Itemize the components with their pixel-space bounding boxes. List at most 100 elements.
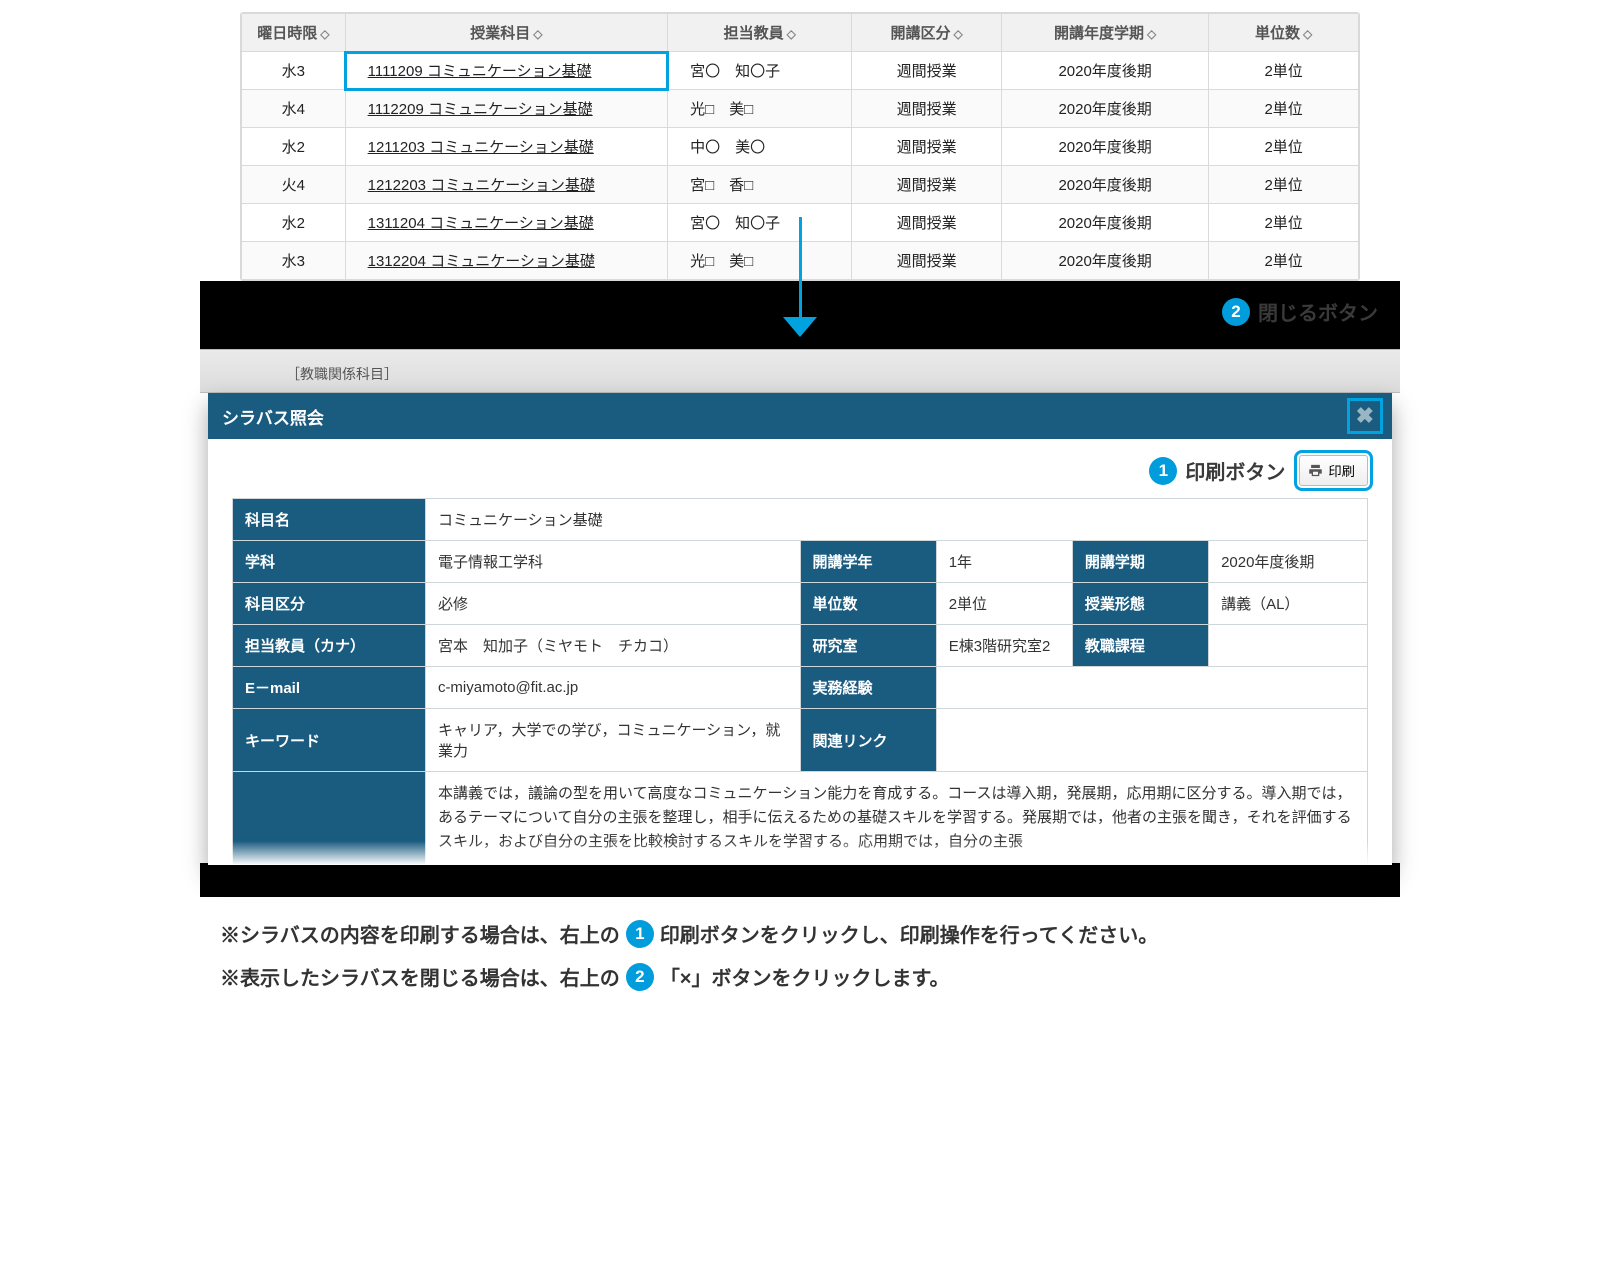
field-keyword-v: キャリア，大学での学び，コミュニケーション，就業力 bbox=[425, 709, 800, 772]
cell-day: 水2 bbox=[242, 128, 346, 166]
table-row: 火4 1212203 コミュニケーション基礎 宮□ 香□週間授業2020年度後期2単… bbox=[242, 166, 1359, 204]
cell-credits: 2単位 bbox=[1209, 128, 1359, 166]
field-link-k: 関連リンク bbox=[800, 709, 936, 772]
print-button[interactable]: 印刷 bbox=[1299, 455, 1368, 486]
field-credits-v: 2単位 bbox=[936, 583, 1072, 625]
cell-category: 週間授業 bbox=[852, 52, 1002, 90]
field-classform-k: 授業形態 bbox=[1072, 583, 1208, 625]
separator-bar-2 bbox=[200, 863, 1400, 897]
cell-instructor: 光□ 美□ bbox=[668, 242, 852, 280]
syllabus-title: シラバス照会 bbox=[222, 404, 324, 429]
field-practice-k: 実務経験 bbox=[800, 667, 936, 709]
cell-subject: 1211203 コミュニケーション基礎 bbox=[345, 128, 667, 166]
cell-term: 2020年度後期 bbox=[1002, 242, 1209, 280]
cell-term: 2020年度後期 bbox=[1002, 128, 1209, 166]
cell-category: 週間授業 bbox=[852, 90, 1002, 128]
field-subject-name-v: コミュニケーション基礎 bbox=[425, 499, 1367, 541]
cell-day: 水2 bbox=[242, 204, 346, 242]
cell-credits: 2単位 bbox=[1209, 204, 1359, 242]
annotation-print-text: 印刷ボタン bbox=[1185, 456, 1285, 485]
cell-credits: 2単位 bbox=[1209, 52, 1359, 90]
course-link[interactable]: 1112209 コミュニケーション基礎 bbox=[368, 101, 593, 118]
sort-icon: ◇ bbox=[1303, 27, 1312, 41]
sort-icon: ◇ bbox=[533, 27, 542, 41]
note2-mid: 「×」ボタンをクリックします。 bbox=[660, 962, 950, 991]
field-semester-k: 開講学期 bbox=[1072, 541, 1208, 583]
cell-subject: 1111209 コミュニケーション基礎 bbox=[345, 52, 667, 90]
print-button-label: 印刷 bbox=[1328, 461, 1355, 480]
col-term[interactable]: 開講年度学期◇ bbox=[1002, 14, 1209, 52]
cell-instructor: 宮□ 香□ bbox=[668, 166, 852, 204]
cell-subject: 1311204 コミュニケーション基礎 bbox=[345, 204, 667, 242]
field-link-v bbox=[936, 709, 1367, 772]
cell-credits: 2単位 bbox=[1209, 242, 1359, 280]
table-row: 水3 1111209 コミュニケーション基礎 宮〇 知〇子週間授業2020年度後期2… bbox=[242, 52, 1359, 90]
course-link[interactable]: 1212203 コミュニケーション基礎 bbox=[368, 177, 595, 194]
note1-pre: ※シラバスの内容を印刷する場合は、右上の bbox=[220, 919, 620, 948]
annotation-close-text: 閉じるボタン bbox=[1258, 297, 1378, 326]
field-instr-kana-k: 担当教員（カナ） bbox=[233, 625, 426, 667]
printer-icon bbox=[1308, 463, 1323, 478]
cell-credits: 2単位 bbox=[1209, 166, 1359, 204]
field-room-v: E棟3階研究室2 bbox=[936, 625, 1072, 667]
background-band: ［教職関係科目］ bbox=[200, 349, 1400, 393]
cell-term: 2020年度後期 bbox=[1002, 204, 1209, 242]
cell-category: 週間授業 bbox=[852, 204, 1002, 242]
cell-instructor: 光□ 美□ bbox=[668, 90, 852, 128]
circle-2-icon: 2 bbox=[1222, 298, 1250, 326]
syllabus-detail-table: 科目名 コミュニケーション基礎 学科 電子情報工学科 開講学年 1年 開講学期 … bbox=[232, 498, 1368, 865]
course-link[interactable]: 1311204 コミュニケーション基礎 bbox=[368, 215, 594, 232]
cell-category: 週間授業 bbox=[852, 128, 1002, 166]
cell-subject: 1112209 コミュニケーション基礎 bbox=[345, 90, 667, 128]
sort-icon: ◇ bbox=[954, 27, 963, 41]
field-grade-v: 1年 bbox=[936, 541, 1072, 583]
field-room-k: 研究室 bbox=[800, 625, 936, 667]
field-practice-v bbox=[936, 667, 1367, 709]
field-subject-name-k: 科目名 bbox=[233, 499, 426, 541]
syllabus-titlebar: シラバス照会 ✖ bbox=[208, 393, 1392, 439]
col-subject[interactable]: 授業科目◇ bbox=[345, 14, 667, 52]
col-instructor[interactable]: 担当教員◇ bbox=[668, 14, 852, 52]
course-link[interactable]: 1111209 コミュニケーション基礎 bbox=[368, 63, 592, 80]
sort-icon: ◇ bbox=[787, 27, 796, 41]
field-credits-k: 単位数 bbox=[800, 583, 936, 625]
field-department-k: 学科 bbox=[233, 541, 426, 583]
col-credits[interactable]: 単位数◇ bbox=[1209, 14, 1359, 52]
cell-day: 水3 bbox=[242, 242, 346, 280]
annotation-close: 2 閉じるボタン bbox=[1222, 297, 1378, 326]
course-link[interactable]: 1312204 コミュニケーション基礎 bbox=[368, 253, 595, 270]
field-grade-k: 開講学年 bbox=[800, 541, 936, 583]
field-teachercourse-k: 教職課程 bbox=[1072, 625, 1208, 667]
cell-term: 2020年度後期 bbox=[1002, 52, 1209, 90]
cell-category: 週間授業 bbox=[852, 242, 1002, 280]
cell-subject: 1212203 コミュニケーション基礎 bbox=[345, 166, 667, 204]
cell-instructor: 宮〇 知〇子 bbox=[668, 52, 852, 90]
field-department-v: 電子情報工学科 bbox=[425, 541, 800, 583]
circle-1-icon: 1 bbox=[1149, 457, 1177, 485]
field-keyword-k: キーワード bbox=[233, 709, 426, 772]
syllabus-window: シラバス照会 ✖ 1 印刷ボタン 印刷 bbox=[208, 393, 1392, 865]
field-semester-v: 2020年度後期 bbox=[1209, 541, 1368, 583]
sort-icon: ◇ bbox=[320, 27, 329, 41]
down-arrow bbox=[783, 217, 817, 337]
cell-day: 水4 bbox=[242, 90, 346, 128]
cell-term: 2020年度後期 bbox=[1002, 166, 1209, 204]
cell-day: 水3 bbox=[242, 52, 346, 90]
cell-credits: 2単位 bbox=[1209, 90, 1359, 128]
course-link[interactable]: 1211203 コミュニケーション基礎 bbox=[368, 139, 594, 156]
note2-pre: ※表示したシラバスを閉じる場合は、右上の bbox=[220, 962, 620, 991]
cell-term: 2020年度後期 bbox=[1002, 90, 1209, 128]
annotation-print: 1 印刷ボタン bbox=[1149, 456, 1285, 485]
cell-category: 週間授業 bbox=[852, 166, 1002, 204]
close-icon[interactable]: ✖ bbox=[1352, 403, 1378, 429]
field-subjcat-k: 科目区分 bbox=[233, 583, 426, 625]
note1-mid: 印刷ボタンをクリックし、印刷操作を行ってください。 bbox=[660, 919, 1158, 948]
col-category[interactable]: 開講区分◇ bbox=[852, 14, 1002, 52]
circle-2-icon: 2 bbox=[626, 963, 654, 991]
cell-day: 火4 bbox=[242, 166, 346, 204]
table-row: 水4 1112209 コミュニケーション基礎 光□ 美□週間授業2020年度後期2単… bbox=[242, 90, 1359, 128]
col-day[interactable]: 曜日時限◇ bbox=[242, 14, 346, 52]
field-subjcat-v: 必修 bbox=[425, 583, 800, 625]
field-email-k: E－mail bbox=[233, 667, 426, 709]
field-email-v: c-miyamoto@fit.ac.jp bbox=[425, 667, 800, 709]
